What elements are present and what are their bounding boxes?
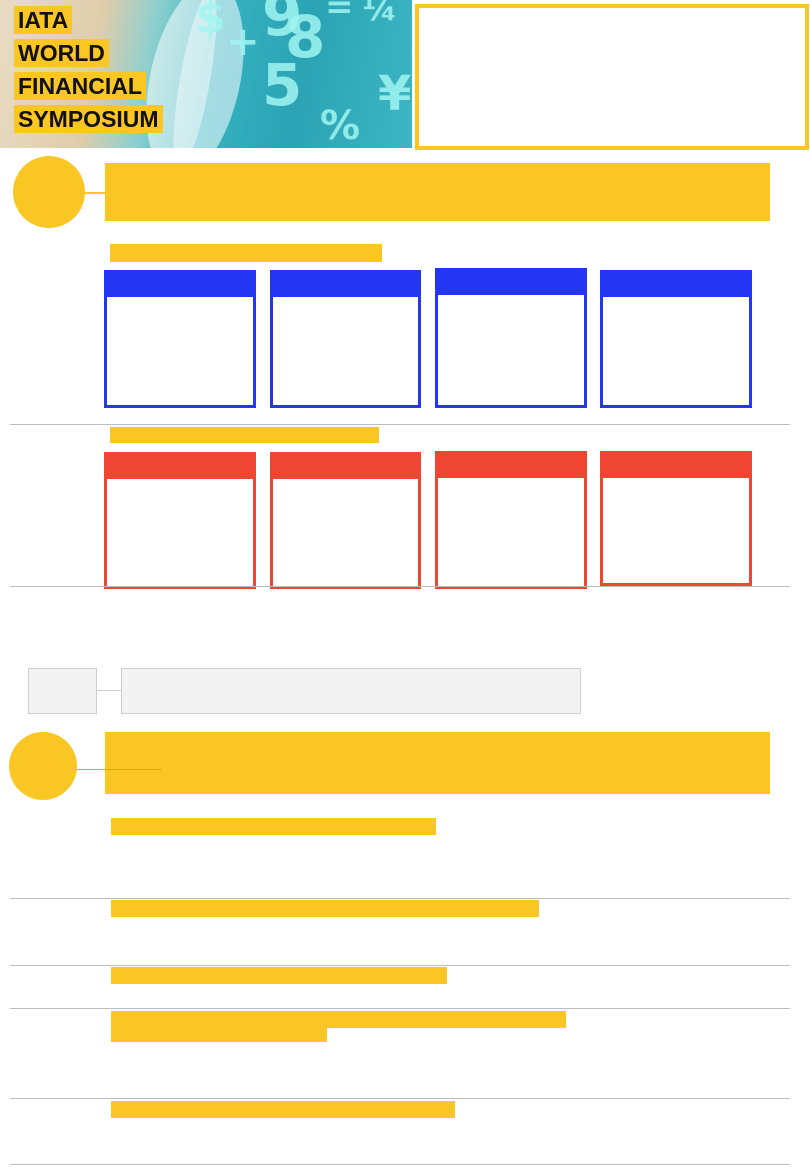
symposium-title: IATA WORLD FINANCIAL SYMPOSIUM bbox=[14, 6, 163, 133]
item-heading-4-line-2 bbox=[111, 1028, 327, 1042]
card-header bbox=[603, 454, 749, 478]
card-header bbox=[107, 455, 253, 479]
section-1-connector bbox=[84, 192, 106, 194]
red-card-3 bbox=[435, 451, 587, 589]
card-header bbox=[603, 273, 749, 297]
title-line: FINANCIAL bbox=[14, 72, 146, 100]
item-heading-3 bbox=[111, 967, 447, 984]
divider bbox=[10, 1098, 790, 1099]
red-card-2 bbox=[270, 452, 421, 589]
plus-glyph: + bbox=[226, 19, 260, 65]
title-line: SYMPOSIUM bbox=[14, 105, 163, 133]
item-heading-5 bbox=[111, 1101, 455, 1118]
gray-connector bbox=[97, 690, 121, 691]
section-2-header-bar bbox=[105, 732, 770, 794]
gray-label-box bbox=[28, 668, 97, 714]
divider bbox=[10, 1008, 790, 1009]
blue-card-4 bbox=[600, 270, 752, 408]
percent-glyph: % bbox=[320, 103, 361, 148]
section-2-marker bbox=[9, 732, 77, 800]
blue-card-2 bbox=[270, 270, 421, 408]
card-header bbox=[273, 455, 418, 479]
red-card-4 bbox=[600, 451, 752, 586]
card-header bbox=[438, 271, 584, 295]
divider bbox=[10, 965, 790, 966]
blue-card-3 bbox=[435, 268, 587, 408]
card-header bbox=[273, 273, 418, 297]
section-1-marker bbox=[13, 156, 85, 228]
fraction-glyph: ¼ bbox=[362, 0, 398, 29]
symposium-banner-image: $ 9 8 = ¼ + 5 ¥ % IATA WORLD FINANCIAL S… bbox=[0, 0, 412, 148]
title-line: WORLD bbox=[14, 39, 109, 67]
divider bbox=[10, 898, 790, 899]
gray-content-box bbox=[121, 668, 581, 714]
yen-glyph: ¥ bbox=[378, 66, 412, 122]
item-heading-1 bbox=[111, 818, 436, 835]
section-1-header-bar bbox=[105, 163, 770, 221]
blue-card-1 bbox=[104, 270, 256, 408]
divider bbox=[10, 586, 790, 587]
red-card-1 bbox=[104, 452, 256, 589]
equals-glyph: = bbox=[325, 0, 354, 27]
title-line: IATA bbox=[14, 6, 73, 34]
section-2-connector bbox=[76, 769, 161, 770]
dollar-glyph: $ bbox=[195, 0, 226, 43]
header-info-box bbox=[415, 4, 809, 150]
divider bbox=[10, 1164, 790, 1165]
item-heading-4-line-1 bbox=[111, 1011, 566, 1028]
item-heading-2 bbox=[111, 900, 539, 917]
subsection-1a-heading bbox=[110, 244, 382, 262]
card-header bbox=[107, 273, 253, 297]
subsection-1b-heading bbox=[110, 427, 379, 443]
divider bbox=[10, 424, 790, 425]
digit-glyph: 5 bbox=[262, 51, 303, 119]
card-header bbox=[438, 454, 584, 478]
